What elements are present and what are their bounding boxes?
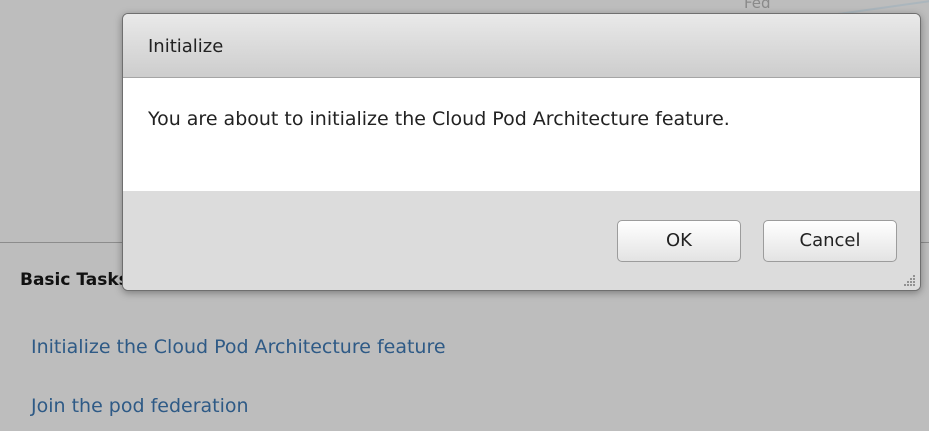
dialog-title: Initialize — [148, 36, 224, 57]
basic-tasks-heading: Basic Tasks — [20, 270, 129, 290]
cancel-button[interactable]: Cancel — [763, 220, 897, 262]
join-pod-federation-link[interactable]: Join the pod federation — [31, 395, 249, 417]
initialize-cpa-link[interactable]: Initialize the Cloud Pod Architecture fe… — [31, 336, 446, 358]
dialog-body: You are about to initialize the Cloud Po… — [123, 78, 920, 191]
dialog-message: You are about to initialize the Cloud Po… — [148, 108, 730, 130]
ok-button[interactable]: OK — [617, 220, 741, 262]
initialize-dialog: Initialize You are about to initialize t… — [122, 13, 921, 291]
resize-grip-icon[interactable] — [902, 272, 916, 286]
dialog-header: Initialize — [123, 14, 920, 78]
diagram-fragment-label: Fed — [744, 0, 771, 12]
dialog-footer: OK Cancel — [123, 191, 920, 290]
